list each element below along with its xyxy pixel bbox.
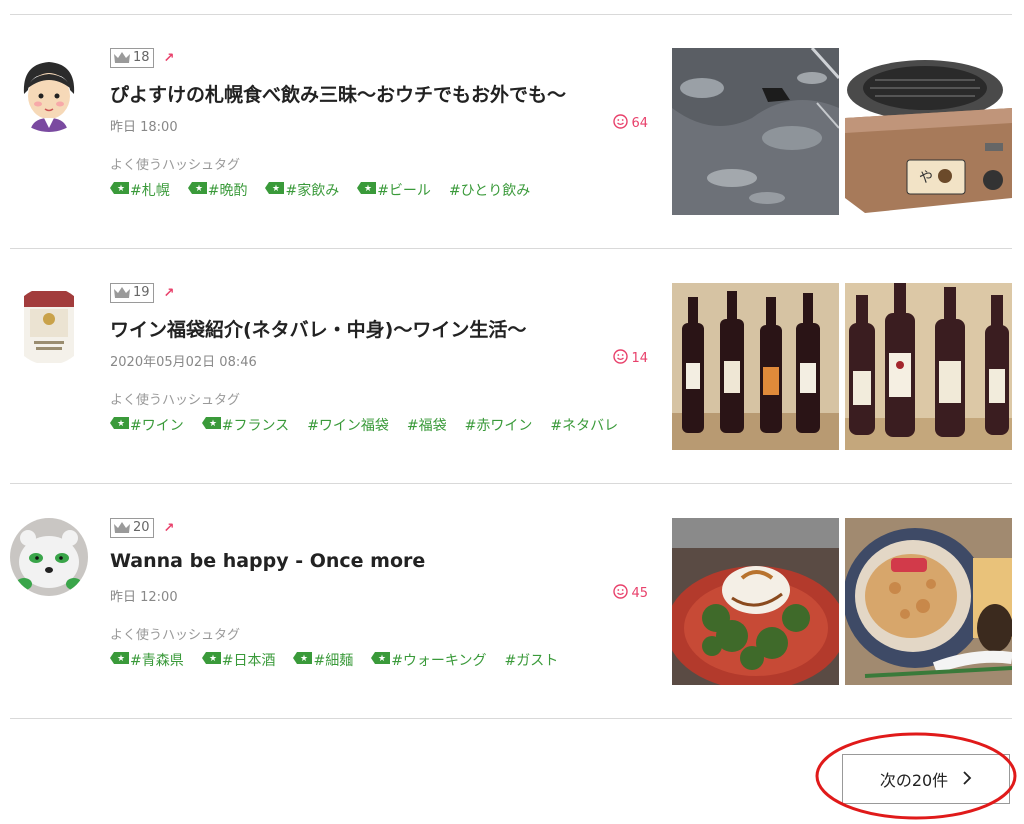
smile-icon (613, 584, 629, 603)
trend-up-icon: ↗ (163, 50, 175, 66)
tag-icon (110, 182, 129, 198)
crown-icon (113, 284, 131, 303)
entry-date: 昨日 18:00 (110, 120, 178, 135)
divider (10, 483, 1012, 484)
entry-title[interactable]: Wanna be happy - Once more (110, 550, 630, 572)
like-count: 64 (613, 114, 648, 133)
entry-title[interactable]: ぴよすけの札幌食べ飲み三昧～おウチでもお外でも～ (110, 80, 630, 107)
rank-number: 19 (133, 285, 150, 300)
tag-icon (110, 417, 129, 433)
entry-photo[interactable] (845, 283, 1012, 450)
blog-entry[interactable]: 19 ↗ ワイン福袋紹介(ネタバレ・中身)～ワイン生活～ 2020年05月02日… (0, 283, 1024, 517)
rank-number: 20 (133, 520, 150, 535)
tag-icon (201, 417, 221, 433)
hashtag-list: #札幌 #晩酌 #家飲み #ビール #ひとり飲み (110, 180, 530, 200)
divider (10, 718, 1012, 719)
hashtag-link[interactable]: #札幌 (110, 180, 170, 200)
rank-badge: 20 ↗ (110, 518, 174, 538)
divider (10, 14, 1012, 15)
hashtag-link[interactable]: #家飲み (265, 180, 339, 200)
tag-icon (110, 652, 129, 668)
next-page-button[interactable]: 次の20件 (842, 754, 1010, 804)
tag-icon (357, 182, 377, 198)
entry-photo[interactable] (672, 283, 839, 450)
tag-icon (201, 652, 221, 668)
smile-icon (613, 114, 629, 133)
trend-up-icon: ↗ (163, 285, 175, 301)
hashtag-link[interactable]: #ウォーキング (371, 650, 487, 670)
entry-photo[interactable] (672, 48, 839, 215)
hashtag-link[interactable]: #細麺 (293, 650, 353, 670)
tag-icon (265, 182, 285, 198)
hashtag-link[interactable]: #福袋 (407, 415, 447, 435)
like-count: 45 (613, 584, 648, 603)
hashtag-list: #ワイン #フランス #ワイン福袋 #福袋 #赤ワイン #ネタバレ (110, 415, 618, 435)
smile-icon (613, 349, 629, 368)
entry-date: 昨日 12:00 (110, 590, 178, 605)
chevron-right-icon (962, 770, 972, 789)
entry-photo[interactable] (672, 518, 839, 685)
rank-number: 18 (133, 50, 150, 65)
hashtag-link[interactable]: #ひとり飲み (449, 180, 530, 200)
entry-photo[interactable]: や (845, 48, 1012, 215)
crown-icon (113, 49, 131, 68)
rank-badge: 18 ↗ (110, 48, 174, 68)
avatar[interactable] (10, 54, 88, 132)
entry-photo[interactable] (845, 518, 1012, 685)
blog-entry[interactable]: 18 ↗ ぴよすけの札幌食べ飲み三昧～おウチでもお外でも～ 昨日 18:00 6… (0, 48, 1024, 282)
hashtag-link[interactable]: #青森県 (110, 650, 184, 670)
hashtag-link[interactable]: #ネタバレ (550, 415, 618, 435)
hashtag-link[interactable]: #日本酒 (201, 650, 275, 670)
tag-icon (371, 652, 391, 668)
hashtag-link[interactable]: #ワイン福袋 (307, 415, 389, 435)
like-count: 14 (613, 349, 648, 368)
divider (10, 248, 1012, 249)
hashtag-list: #青森県 #日本酒 #細麺 #ウォーキング #ガスト (110, 650, 558, 670)
crown-icon (113, 519, 131, 538)
tag-icon (293, 652, 313, 668)
hashtag-link[interactable]: #赤ワイン (465, 415, 533, 435)
hashtags-label: よく使うハッシュタグ (110, 628, 241, 643)
hashtag-link[interactable]: #ビール (357, 180, 431, 200)
entry-date: 2020年05月02日 08:46 (110, 355, 257, 370)
hashtag-link[interactable]: #ワイン (110, 415, 184, 435)
trend-up-icon: ↗ (163, 520, 175, 536)
hashtags-label: よく使うハッシュタグ (110, 158, 241, 173)
avatar[interactable] (10, 518, 88, 596)
rank-badge: 19 ↗ (110, 283, 174, 303)
hashtags-label: よく使うハッシュタグ (110, 393, 241, 408)
svg-text:や: や (919, 170, 933, 186)
hashtag-link[interactable]: #ガスト (505, 650, 559, 670)
avatar[interactable] (10, 287, 88, 365)
next-page-label: 次の20件 (879, 771, 949, 790)
entry-title[interactable]: ワイン福袋紹介(ネタバレ・中身)～ワイン生活～ (110, 315, 630, 342)
hashtag-link[interactable]: #晩酌 (187, 180, 247, 200)
hashtag-link[interactable]: #フランス (201, 415, 289, 435)
blog-entry[interactable]: 20 ↗ Wanna be happy - Once more 昨日 12:00… (0, 518, 1024, 752)
tag-icon (187, 182, 207, 198)
